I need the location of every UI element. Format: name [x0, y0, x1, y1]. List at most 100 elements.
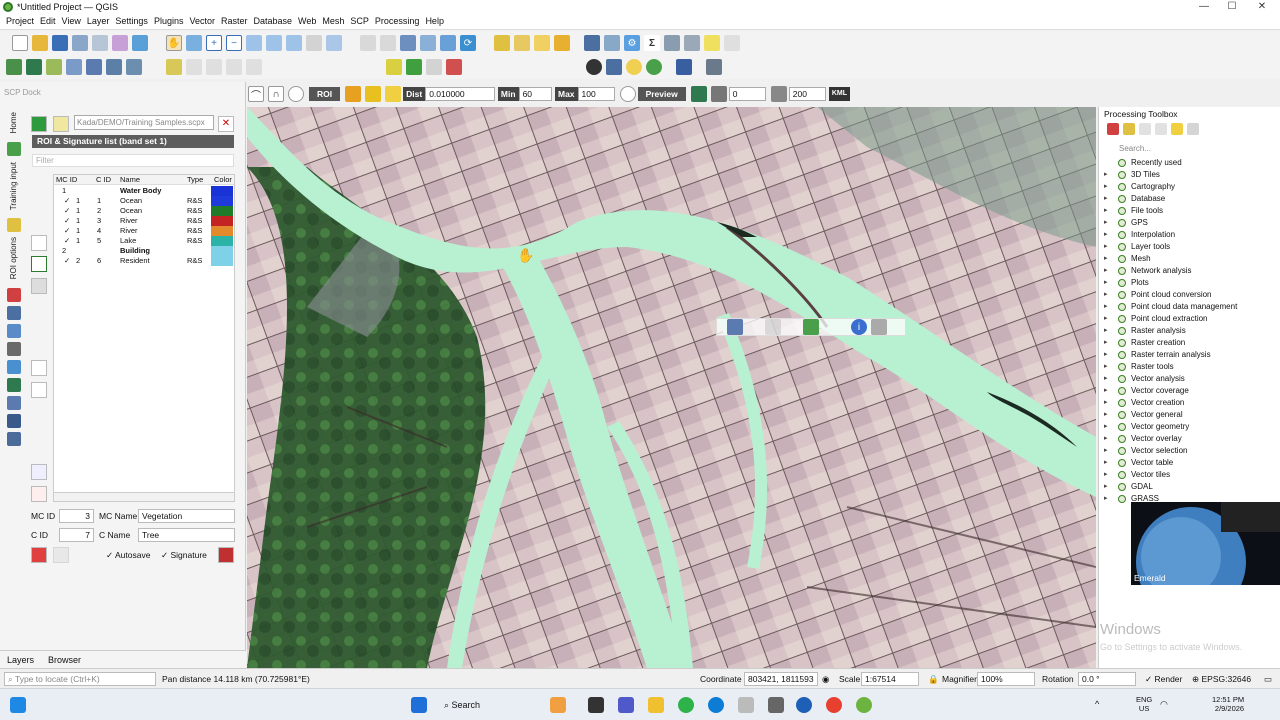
- select-location-icon[interactable]: [554, 35, 570, 51]
- options-icon[interactable]: [1171, 123, 1183, 135]
- table-row[interactable]: ✓ 1 5 Lake R&S: [54, 236, 234, 246]
- expand-arrow-icon[interactable]: ▸: [1104, 349, 1108, 361]
- menu-scp[interactable]: SCP: [350, 14, 369, 29]
- add-layer-icon[interactable]: [6, 59, 22, 75]
- scp-icon[interactable]: [26, 59, 42, 75]
- row-checkbox[interactable]: ✓: [64, 216, 70, 226]
- side-tool-8-icon[interactable]: [7, 432, 21, 446]
- processing-item[interactable]: ▸ Interpolation: [1099, 229, 1279, 241]
- processing-item[interactable]: ▸ Vector creation: [1099, 397, 1279, 409]
- band-set-icon[interactable]: [106, 59, 122, 75]
- menu-processing[interactable]: Processing: [375, 14, 420, 29]
- expand-arrow-icon[interactable]: ▸: [1104, 457, 1108, 469]
- roi-arc-icon[interactable]: ∩: [268, 86, 284, 102]
- edge-icon[interactable]: [708, 697, 724, 713]
- menu-raster[interactable]: Raster: [221, 14, 248, 29]
- roi-mode-icon[interactable]: ⌒: [248, 86, 264, 102]
- file-explorer-icon[interactable]: [588, 697, 604, 713]
- label-icon[interactable]: [386, 59, 402, 75]
- preview-settings-icon[interactable]: [690, 86, 707, 102]
- processing-item[interactable]: ▸ Cartography: [1099, 181, 1279, 193]
- menu-edit[interactable]: Edit: [40, 14, 56, 29]
- processing-item[interactable]: ▸ Point cloud data management: [1099, 301, 1279, 313]
- processing-item[interactable]: ▸ Database: [1099, 193, 1279, 205]
- attribute-table-icon[interactable]: [604, 35, 620, 51]
- processing-item[interactable]: ▸ Raster tools: [1099, 361, 1279, 373]
- open-project-icon[interactable]: [32, 35, 48, 51]
- expand-arrow-icon[interactable]: ▸: [1104, 181, 1108, 193]
- tab-training-input[interactable]: Training input: [9, 162, 18, 210]
- c-id-spinbox[interactable]: 7: [59, 528, 94, 542]
- history-icon[interactable]: [1123, 123, 1135, 135]
- expand-arrow-icon[interactable]: ▸: [1104, 361, 1108, 373]
- delete-roi-icon[interactable]: [31, 486, 47, 502]
- results-icon[interactable]: [1139, 123, 1151, 135]
- side-tool-1-icon[interactable]: [7, 306, 21, 320]
- row-checkbox[interactable]: ✓: [64, 256, 70, 266]
- tab-browser[interactable]: Browser: [48, 655, 81, 665]
- undo-roi-icon[interactable]: [53, 547, 69, 563]
- app-gray-icon[interactable]: [768, 697, 784, 713]
- home-icon[interactable]: [7, 142, 21, 156]
- transparency-icon[interactable]: [710, 86, 727, 102]
- expand-arrow-icon[interactable]: ▸: [1104, 169, 1108, 181]
- preview-size-icon[interactable]: [770, 86, 787, 102]
- temporal-controller-icon[interactable]: [440, 35, 456, 51]
- crs-button[interactable]: ⊕ EPSG:32646: [1192, 674, 1251, 685]
- expand-arrow-icon[interactable]: ▸: [1104, 229, 1108, 241]
- processing-item[interactable]: ▸ Raster creation: [1099, 337, 1279, 349]
- qgis-taskbar-icon[interactable]: [856, 697, 872, 713]
- merge-icon[interactable]: [31, 278, 47, 294]
- map-canvas[interactable]: ✋: [247, 107, 1096, 668]
- menu-help[interactable]: Help: [425, 14, 444, 29]
- table-scrollbar[interactable]: [53, 492, 235, 502]
- spectral-plot-icon[interactable]: [31, 382, 47, 398]
- zoom-roi-icon[interactable]: [288, 86, 304, 102]
- menu-view[interactable]: View: [62, 14, 81, 29]
- vertex-tool-icon[interactable]: [226, 59, 242, 75]
- rotation-spinbox[interactable]: 0.0 °: [1078, 672, 1136, 686]
- expand-arrow-icon[interactable]: ▸: [1104, 265, 1108, 277]
- delete-feature-icon[interactable]: [246, 59, 262, 75]
- open-training-icon[interactable]: [31, 116, 47, 132]
- c-name-input[interactable]: Tree: [138, 528, 235, 542]
- menu-database[interactable]: Database: [254, 14, 293, 29]
- col-type[interactable]: Type: [187, 175, 203, 185]
- calc-sig-icon[interactable]: [31, 360, 47, 376]
- table-group-row[interactable]: 1 Water Body: [54, 186, 234, 196]
- maximize-button[interactable]: ☐: [1218, 0, 1246, 14]
- side-tool-7-icon[interactable]: [7, 414, 21, 428]
- filter-input[interactable]: Filter: [32, 154, 234, 167]
- layout-manager-icon[interactable]: [112, 35, 128, 51]
- max-spinbox[interactable]: 100: [577, 87, 615, 101]
- menu-web[interactable]: Web: [298, 14, 316, 29]
- coordinate-capture-icon[interactable]: [586, 59, 602, 75]
- expand-arrow-icon[interactable]: ▸: [1104, 493, 1108, 505]
- processing-item[interactable]: ▸ Point cloud conversion: [1099, 289, 1279, 301]
- expand-arrow-icon[interactable]: ▸: [1104, 277, 1108, 289]
- processing-item[interactable]: ▸ Plots: [1099, 277, 1279, 289]
- expand-arrow-icon[interactable]: ▸: [1104, 469, 1108, 481]
- color-swatch[interactable]: [211, 226, 233, 236]
- training-file-input[interactable]: Kada/DEMO/Training Samples.scpx: [74, 115, 214, 130]
- expand-arrow-icon[interactable]: ▸: [1104, 253, 1108, 265]
- processing-item[interactable]: ▸ GPS: [1099, 217, 1279, 229]
- row-checkbox[interactable]: ✓: [64, 226, 70, 236]
- color-swatch[interactable]: [211, 206, 233, 216]
- dist-spinbox[interactable]: 0.010000: [425, 87, 495, 101]
- row-checkbox[interactable]: ✓: [64, 206, 70, 216]
- expand-arrow-icon[interactable]: ▸: [1104, 313, 1108, 325]
- processing-item[interactable]: ▸ Vector coverage: [1099, 385, 1279, 397]
- select-by-value-icon[interactable]: [514, 35, 530, 51]
- processing-item[interactable]: ▸ Raster analysis: [1099, 325, 1279, 337]
- color-swatch[interactable]: [211, 256, 233, 266]
- training-icon[interactable]: [7, 218, 21, 232]
- sun-icon[interactable]: [626, 59, 642, 75]
- side-tool-4-icon[interactable]: [7, 360, 21, 374]
- save-as-icon[interactable]: [72, 35, 88, 51]
- processing-item[interactable]: ▸ Vector overlay: [1099, 433, 1279, 445]
- app-blue-icon[interactable]: [796, 697, 812, 713]
- save-project-icon[interactable]: [52, 35, 68, 51]
- taskbar-search[interactable]: ⌕ Search: [436, 696, 536, 714]
- expand-arrow-icon[interactable]: ▸: [1104, 445, 1108, 457]
